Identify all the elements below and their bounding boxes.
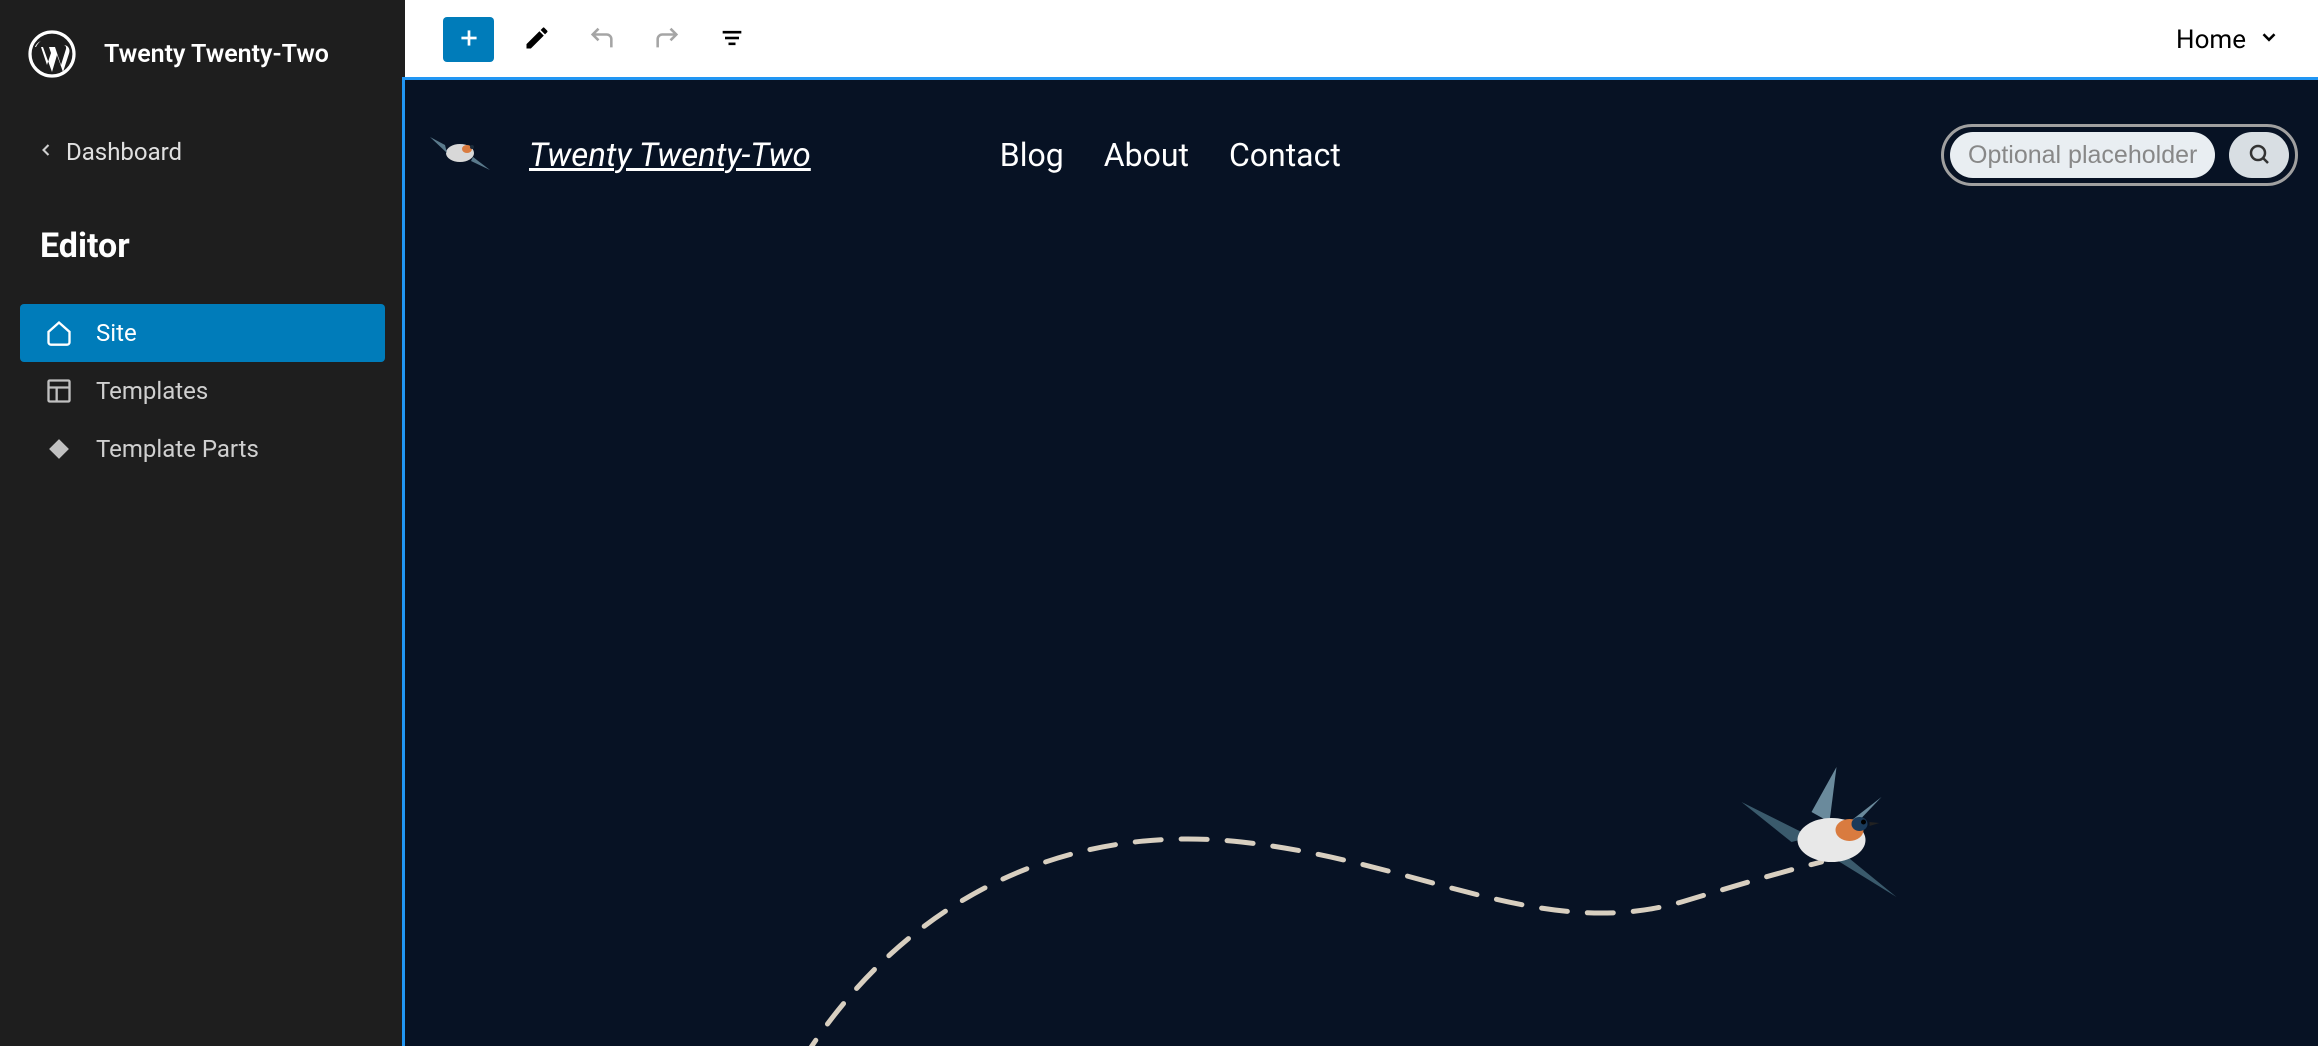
home-icon <box>44 318 74 348</box>
nav-item-label: Site <box>96 319 137 347</box>
search-input[interactable] <box>1950 132 2215 178</box>
nav-item-templates[interactable]: Templates <box>20 362 385 420</box>
editor-toolbar: Home <box>405 0 2318 80</box>
editor-canvas[interactable]: Twenty Twenty-Two Blog About Contact <box>405 80 2318 1046</box>
add-block-button[interactable] <box>443 17 494 62</box>
editor-main: Home Twenty Twenty-Two Blog About Contac… <box>405 0 2318 1046</box>
undo-button[interactable] <box>579 17 624 62</box>
nav-item-template-parts[interactable]: Template Parts <box>20 420 385 478</box>
chevron-left-icon <box>36 138 56 166</box>
list-view-button[interactable] <box>709 17 754 62</box>
nav-link-about[interactable]: About <box>1104 136 1189 174</box>
site-header-block: Twenty Twenty-Two Blog About Contact <box>405 80 2318 186</box>
editor-nav: Site Templates Template Parts <box>0 304 405 478</box>
site-name: Twenty Twenty-Two <box>104 40 329 69</box>
sidebar-header: Twenty Twenty-Two <box>0 20 405 108</box>
site-title-block[interactable]: Twenty Twenty-Two <box>529 136 811 175</box>
editor-heading: Editor <box>0 196 405 304</box>
search-submit-button[interactable] <box>2229 132 2289 178</box>
nav-link-blog[interactable]: Blog <box>1000 136 1064 174</box>
nav-item-label: Template Parts <box>96 435 259 463</box>
redo-icon <box>653 24 681 55</box>
nav-item-site[interactable]: Site <box>20 304 385 362</box>
template-dropdown-label: Home <box>2176 25 2246 55</box>
wordpress-logo-icon[interactable] <box>28 30 76 78</box>
navigation-block: Blog About Contact <box>1000 136 1341 174</box>
toolbar-left <box>443 17 754 62</box>
back-link-label: Dashboard <box>66 138 182 166</box>
pencil-icon <box>523 24 551 55</box>
hero-image-block[interactable] <box>405 702 2318 1046</box>
nav-link-contact[interactable]: Contact <box>1229 136 1341 174</box>
list-view-icon <box>718 24 746 55</box>
site-logo-icon[interactable] <box>425 125 495 185</box>
template-dropdown[interactable]: Home <box>2176 25 2280 55</box>
diamond-icon <box>44 434 74 464</box>
editor-sidebar: Twenty Twenty-Two Dashboard Editor Site … <box>0 0 405 1046</box>
redo-button[interactable] <box>644 17 689 62</box>
edit-tool-button[interactable] <box>514 17 559 62</box>
nav-item-label: Templates <box>96 377 208 405</box>
search-icon <box>2247 142 2271 169</box>
undo-icon <box>588 24 616 55</box>
back-to-dashboard-link[interactable]: Dashboard <box>0 108 405 196</box>
chevron-down-icon <box>2258 25 2280 55</box>
layout-icon <box>44 376 74 406</box>
search-block[interactable] <box>1941 124 2298 186</box>
plus-icon <box>456 25 482 54</box>
